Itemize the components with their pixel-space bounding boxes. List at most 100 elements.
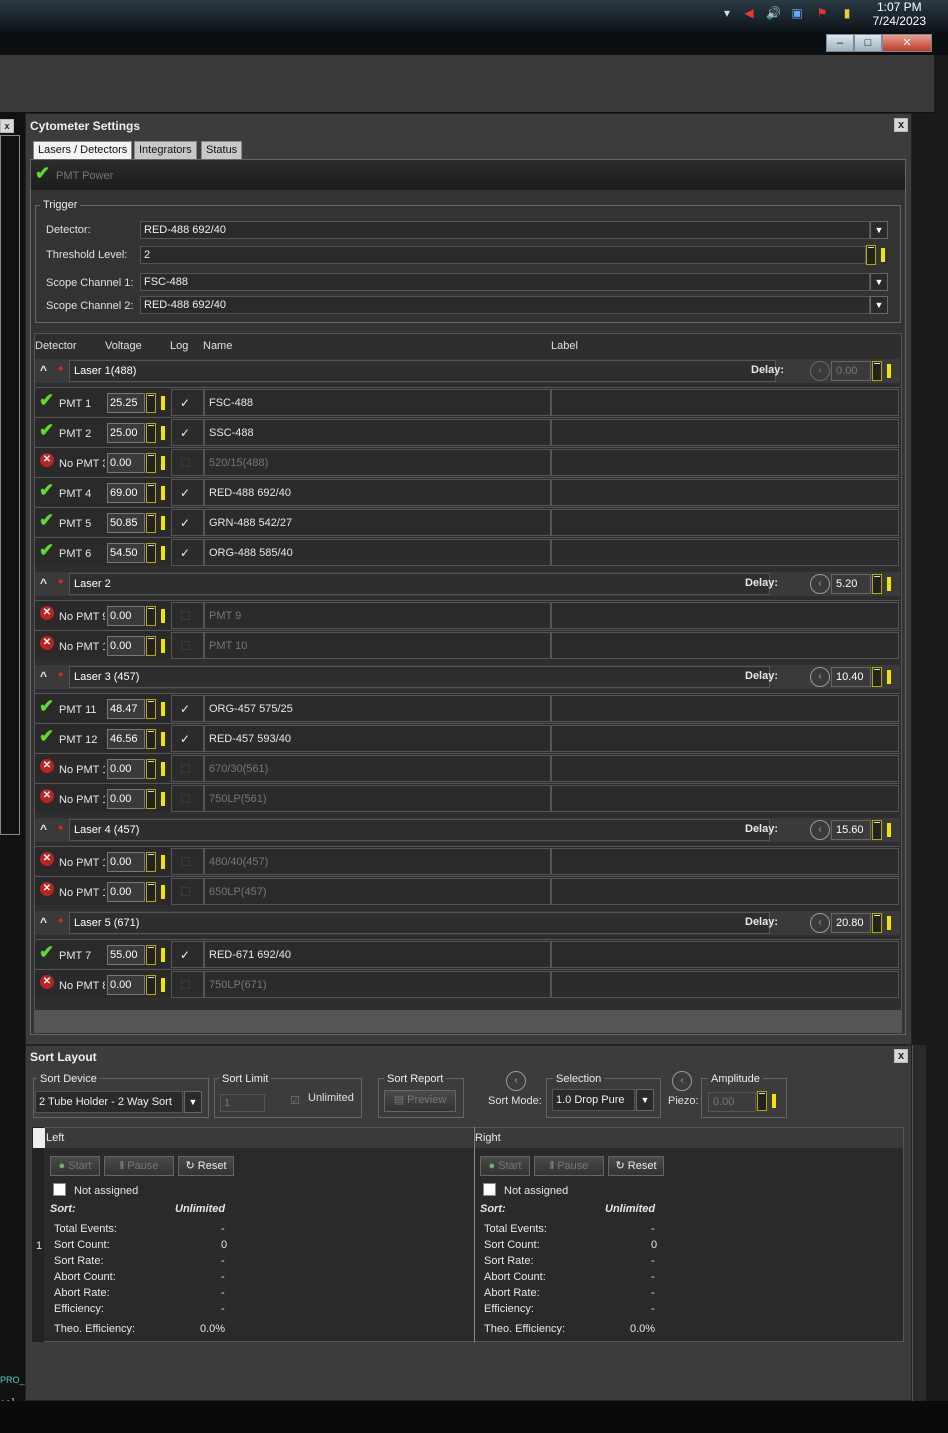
delay-arrow-icon[interactable]: ‹ (810, 913, 830, 933)
voltage-spinner[interactable] (146, 699, 156, 719)
pmt-name[interactable]: GRN-488 542/27 (209, 517, 292, 529)
delay-spinner[interactable] (872, 913, 882, 933)
pmt-name[interactable]: ORG-488 585/40 (209, 547, 293, 559)
delay-arrow-icon[interactable]: ‹ (810, 574, 830, 594)
delay-slider-handle[interactable] (887, 823, 891, 837)
pmt-name[interactable]: PMT 9 (209, 610, 241, 622)
delay-arrow-icon[interactable]: ‹ (810, 820, 830, 840)
tab-lasers-detectors[interactable]: Lasers / Detectors (33, 141, 133, 159)
log-checkbox[interactable]: ☐ (180, 762, 191, 776)
pmt-missing-x-icon[interactable]: ✕ (40, 606, 54, 620)
network-icon[interactable]: ▣ (790, 6, 804, 20)
label-cell[interactable] (551, 449, 899, 476)
delay-slider-handle[interactable] (887, 364, 891, 378)
pmt-name[interactable]: 480/40(457) (209, 856, 268, 868)
label-cell[interactable] (551, 725, 899, 752)
log-checkbox[interactable]: ✓ (180, 702, 190, 716)
threshold-spinner[interactable] (866, 245, 876, 265)
chevron-down-icon[interactable]: ▼ (636, 1089, 654, 1111)
chevron-down-icon[interactable]: ▼ (184, 1091, 202, 1113)
reset-button[interactable]: ↻ Reset (178, 1156, 234, 1176)
voltage-slider-handle[interactable] (161, 978, 165, 992)
pmt-name[interactable]: ORG-457 575/25 (209, 703, 293, 715)
log-checkbox[interactable]: ✓ (180, 732, 190, 746)
log-checkbox[interactable]: ✓ (180, 546, 190, 560)
voltage-spinner[interactable] (146, 789, 156, 809)
not-assigned-checkbox[interactable] (53, 1183, 66, 1196)
voltage-slider-handle[interactable] (161, 486, 165, 500)
voltage-slider-handle[interactable] (161, 762, 165, 776)
voltage-input[interactable]: 55.00 (107, 945, 145, 965)
collapse-icon[interactable]: ^ (40, 576, 47, 590)
amplitude-input[interactable]: 0.00 (708, 1092, 756, 1112)
voltage-input[interactable]: 0.00 (107, 789, 145, 809)
voltage-spinner[interactable] (146, 483, 156, 503)
delay-input[interactable]: 5.20 (831, 574, 871, 594)
delay-arrow-icon[interactable]: ‹ (810, 361, 830, 381)
close-window-button[interactable]: ✕ (882, 34, 932, 52)
voltage-slider-handle[interactable] (161, 792, 165, 806)
sort-panel-close-button[interactable]: x (894, 1049, 908, 1063)
action-center-icon[interactable]: ⚑ (815, 6, 829, 20)
pmt-name[interactable]: SSC-488 (209, 427, 254, 439)
pmt-ok-check-icon[interactable]: ✔ (39, 541, 54, 559)
voltage-input[interactable]: 54.50 (107, 543, 145, 563)
delay-slider-handle[interactable] (887, 670, 891, 684)
voltage-input[interactable]: 0.00 (107, 975, 145, 995)
label-cell[interactable] (551, 755, 899, 782)
delay-spinner[interactable] (872, 361, 882, 381)
label-cell[interactable] (551, 785, 899, 812)
pmt-missing-x-icon[interactable]: ✕ (40, 975, 54, 989)
label-cell[interactable] (551, 695, 899, 722)
chevron-down-icon[interactable]: ▼ (870, 273, 888, 291)
delay-input[interactable]: 15.60 (831, 820, 871, 840)
pause-button[interactable]: ‖ Pause (104, 1156, 174, 1176)
voltage-slider-handle[interactable] (161, 609, 165, 623)
label-cell[interactable] (551, 878, 899, 905)
voltage-spinner[interactable] (146, 606, 156, 626)
voltage-input[interactable]: 0.00 (107, 606, 145, 626)
log-checkbox[interactable]: ☐ (180, 885, 191, 899)
voltage-input[interactable]: 0.00 (107, 882, 145, 902)
delay-input[interactable]: 20.80 (831, 913, 871, 933)
log-checkbox[interactable]: ☐ (180, 792, 191, 806)
pmt-ok-check-icon[interactable]: ✔ (39, 943, 54, 961)
voltage-slider-handle[interactable] (161, 396, 165, 410)
voltage-slider-handle[interactable] (161, 885, 165, 899)
start-button[interactable]: ● Start (50, 1156, 100, 1176)
sort-limit-input[interactable]: 1 (220, 1094, 265, 1112)
delay-input[interactable]: 0.00 (831, 361, 871, 381)
delay-spinner[interactable] (872, 667, 882, 687)
minimize-button[interactable]: – (826, 34, 854, 52)
delay-arrow-icon[interactable]: ‹ (810, 667, 830, 687)
tab-status[interactable]: Status (201, 141, 243, 159)
voltage-spinner[interactable] (146, 975, 156, 995)
panel-close-button[interactable]: x (894, 118, 908, 132)
sort-mode-icon[interactable]: ‹ (506, 1071, 526, 1091)
detector-select[interactable]: RED-488 692/40 (140, 221, 870, 239)
voltage-spinner[interactable] (146, 759, 156, 779)
pmt-missing-x-icon[interactable]: ✕ (40, 852, 54, 866)
voltage-input[interactable]: 25.00 (107, 423, 145, 443)
voltage-slider-handle[interactable] (161, 426, 165, 440)
log-checkbox[interactable]: ✓ (180, 516, 190, 530)
scrollbar[interactable] (912, 1045, 926, 1401)
collapse-icon[interactable]: ^ (40, 363, 47, 377)
sort-device-select[interactable]: 2 Tube Holder - 2 Way Sort (35, 1091, 183, 1113)
pmt-name[interactable]: RED-457 593/40 (209, 733, 291, 745)
threshold-input[interactable]: 2 (140, 246, 866, 264)
label-cell[interactable] (551, 602, 899, 629)
scope1-select[interactable]: FSC-488 (140, 273, 870, 291)
voltage-slider-handle[interactable] (161, 702, 165, 716)
log-checkbox[interactable]: ✓ (180, 426, 190, 440)
alert-icon[interactable]: ◀ (742, 6, 756, 20)
voltage-spinner[interactable] (146, 729, 156, 749)
scope2-select[interactable]: RED-488 692/40 (140, 296, 870, 314)
start-button[interactable]: ● Start (480, 1156, 530, 1176)
pmt-ok-check-icon[interactable]: ✔ (39, 727, 54, 745)
voltage-input[interactable]: 0.00 (107, 636, 145, 656)
voltage-slider-handle[interactable] (161, 456, 165, 470)
power-icon[interactable]: ▮ (840, 6, 854, 20)
plot-close-icon[interactable]: x (0, 119, 14, 133)
voltage-spinner[interactable] (146, 543, 156, 563)
